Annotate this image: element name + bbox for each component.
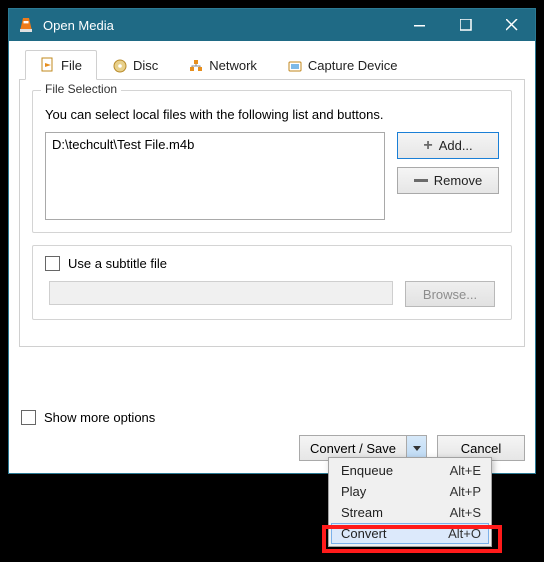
tab-label: Network xyxy=(209,58,257,73)
file-selection-desc: You can select local files with the foll… xyxy=(45,107,499,122)
remove-label: Remove xyxy=(434,173,482,188)
menu-item-stream[interactable]: Stream Alt+S xyxy=(331,502,489,523)
tab-label: Capture Device xyxy=(308,58,398,73)
file-selection-legend: File Selection xyxy=(41,82,121,96)
network-icon xyxy=(188,58,204,74)
show-more-checkbox[interactable] xyxy=(21,410,36,425)
close-button[interactable] xyxy=(489,9,535,41)
menu-shortcut: Alt+E xyxy=(450,463,481,478)
disc-icon xyxy=(112,58,128,74)
add-label: Add... xyxy=(439,138,473,153)
plus-icon: + xyxy=(423,138,432,154)
chevron-down-icon xyxy=(413,446,421,451)
remove-button[interactable]: Remove xyxy=(397,167,499,194)
open-media-dialog: Open Media File Disc xyxy=(8,8,536,474)
action-row: Convert / Save Cancel xyxy=(19,425,525,461)
file-tab-panel: File Selection You can select local file… xyxy=(19,80,525,347)
minus-icon xyxy=(414,179,428,182)
window-title: Open Media xyxy=(43,18,397,33)
subtitle-checkbox[interactable] xyxy=(45,256,60,271)
tabs: File Disc Network Capture Device xyxy=(19,49,525,80)
subtitle-path-field xyxy=(49,281,393,305)
tab-capture[interactable]: Capture Device xyxy=(272,50,413,80)
tab-disc[interactable]: Disc xyxy=(97,50,173,80)
add-button[interactable]: + Add... xyxy=(397,132,499,159)
browse-label: Browse... xyxy=(423,287,477,302)
file-selection-group: File Selection You can select local file… xyxy=(32,90,512,233)
menu-shortcut: Alt+P xyxy=(450,484,481,499)
show-more-label: Show more options xyxy=(44,410,155,425)
vlc-icon xyxy=(17,16,35,34)
browse-button: Browse... xyxy=(405,281,495,307)
file-icon xyxy=(40,57,56,73)
cancel-label: Cancel xyxy=(461,441,501,456)
menu-label: Stream xyxy=(341,505,450,520)
subtitle-label: Use a subtitle file xyxy=(68,256,167,271)
convert-save-menu: Enqueue Alt+E Play Alt+P Stream Alt+S Co… xyxy=(328,457,492,547)
tab-label: Disc xyxy=(133,58,158,73)
tab-label: File xyxy=(61,58,82,73)
list-item[interactable]: D:\techcult\Test File.m4b xyxy=(52,137,378,152)
tab-file[interactable]: File xyxy=(25,50,97,80)
dialog-body: File Disc Network Capture Device xyxy=(9,41,535,473)
menu-item-play[interactable]: Play Alt+P xyxy=(331,481,489,502)
menu-label: Play xyxy=(341,484,450,499)
capture-icon xyxy=(287,58,303,74)
titlebar: Open Media xyxy=(9,9,535,41)
minimize-button[interactable] xyxy=(397,9,443,41)
tab-network[interactable]: Network xyxy=(173,50,272,80)
subtitle-group: Use a subtitle file Browse... xyxy=(32,245,512,320)
menu-label: Convert xyxy=(341,526,448,541)
menu-label: Enqueue xyxy=(341,463,450,478)
menu-item-enqueue[interactable]: Enqueue Alt+E xyxy=(331,460,489,481)
show-more-row: Show more options xyxy=(19,402,525,425)
file-list[interactable]: D:\techcult\Test File.m4b xyxy=(45,132,385,220)
menu-item-convert[interactable]: Convert Alt+O xyxy=(331,523,489,544)
menu-shortcut: Alt+O xyxy=(448,526,481,541)
menu-shortcut: Alt+S xyxy=(450,505,481,520)
maximize-button[interactable] xyxy=(443,9,489,41)
